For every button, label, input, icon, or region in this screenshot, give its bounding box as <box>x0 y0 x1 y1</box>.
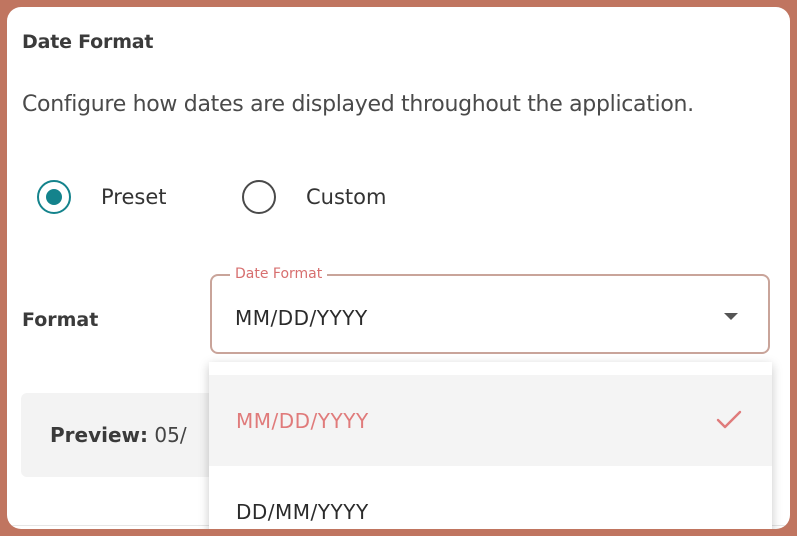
preview-text: Preview: 05/ <box>50 423 187 447</box>
select-value: MM/DD/YYYY <box>235 306 368 330</box>
radio-unchecked-icon <box>242 180 276 214</box>
date-format-card: Date Format Configure how dates are disp… <box>7 7 790 529</box>
checkmark-icon <box>716 410 742 429</box>
format-label: Format <box>22 309 99 331</box>
select-floating-label: Date Format <box>230 265 328 283</box>
radio-preset[interactable]: Preset <box>37 180 166 214</box>
dropdown-option-label: DD/MM/YYYY <box>236 499 369 524</box>
section-title: Date Format <box>22 31 154 53</box>
caret-down-icon <box>724 313 738 320</box>
radio-checked-icon <box>37 180 71 214</box>
dropdown-option-mm-dd-yyyy[interactable]: MM/DD/YYYY <box>209 375 772 466</box>
preview-label: Preview: <box>50 423 149 447</box>
radio-custom[interactable]: Custom <box>242 180 386 214</box>
section-description: Configure how dates are displayed throug… <box>22 92 694 117</box>
date-format-select[interactable]: Date Format MM/DD/YYYY <box>210 265 770 354</box>
dropdown-menu: MM/DD/YYYY DD/MM/YYYY <box>209 362 772 529</box>
dropdown-option-dd-mm-yyyy[interactable]: DD/MM/YYYY <box>209 466 772 529</box>
dropdown-option-label: MM/DD/YYYY <box>236 408 369 433</box>
radio-preset-label: Preset <box>101 185 167 209</box>
radio-custom-label: Custom <box>306 185 387 209</box>
preview-value: 05/ <box>154 423 187 447</box>
